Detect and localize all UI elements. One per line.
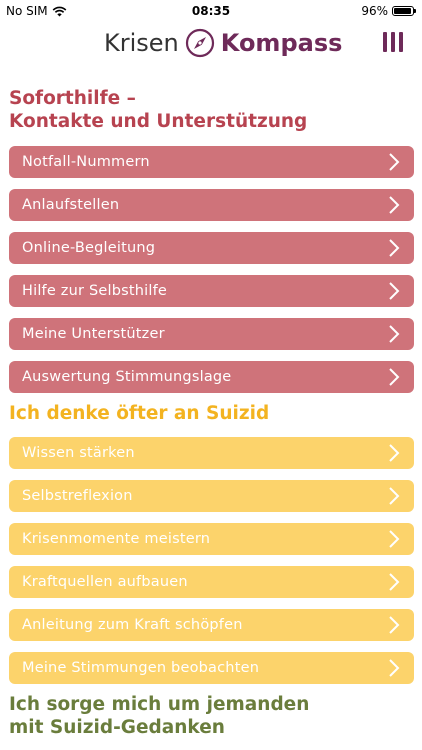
- menu-item-label: Anleitung zum Kraft schöpfen: [22, 617, 243, 633]
- menu-item-selbstreflexion[interactable]: Selbstreflexion: [9, 480, 414, 512]
- menu-item-anleitung-kraft-schoepfen[interactable]: Anleitung zum Kraft schöpfen: [9, 609, 414, 641]
- menu-item-label: Hilfe zur Selbsthilfe: [22, 283, 168, 299]
- menu-item-auswertung-stimmungslage[interactable]: Auswertung Stimmungslage: [9, 361, 414, 393]
- menu-item-label: Selbstreflexion: [22, 488, 133, 504]
- menu-item-label: Wissen stärken: [22, 445, 135, 461]
- section-title-sorge: Ich sorge mich um jemanden mit Suizid-Ge…: [9, 693, 309, 739]
- menu-item-label: Notfall-Nummern: [22, 154, 150, 170]
- chevron-right-icon: [389, 239, 400, 257]
- menu-item-label: Meine Unterstützer: [22, 326, 165, 342]
- chevron-right-icon: [389, 616, 400, 634]
- menu-item-label: Online-Begleitung: [22, 240, 156, 256]
- menu-item-krisenmomente-meistern[interactable]: Krisenmomente meistern: [9, 523, 414, 555]
- compass-icon: [185, 28, 214, 58]
- chevron-right-icon: [389, 530, 400, 548]
- section-title-line: Soforthilfe –: [9, 88, 136, 109]
- menu-item-online-begleitung[interactable]: Online-Begleitung: [9, 232, 414, 264]
- status-bar: No SIM 08:35 96%: [0, 0, 422, 22]
- logo-word-krisen: Krisen: [104, 29, 179, 57]
- menu-item-label: Auswertung Stimmungslage: [22, 369, 232, 385]
- app-logo[interactable]: Krisen Kompass: [104, 28, 342, 58]
- chevron-right-icon: [389, 325, 400, 343]
- menu-item-meine-stimmungen-beobachten[interactable]: Meine Stimmungen beobachten: [9, 652, 414, 684]
- menu-item-label: Meine Stimmungen beobachten: [22, 660, 260, 676]
- clock: 08:35: [191, 4, 231, 18]
- logo-word-kompass: Kompass: [220, 29, 343, 57]
- battery-level: [394, 8, 412, 14]
- chevron-right-icon: [389, 487, 400, 505]
- app-header: Krisen Kompass: [0, 24, 422, 64]
- menu-item-hilfe-zur-selbsthilfe[interactable]: Hilfe zur Selbsthilfe: [9, 275, 414, 307]
- chevron-right-icon: [389, 153, 400, 171]
- chevron-right-icon: [389, 196, 400, 214]
- menu-item-anlaufstellen[interactable]: Anlaufstellen: [9, 189, 414, 221]
- chevron-right-icon: [389, 282, 400, 300]
- menu-item-label: Anlaufstellen: [22, 197, 120, 213]
- status-right: 96%: [361, 4, 416, 18]
- battery-icon: [392, 6, 416, 16]
- menu-item-label: Kraftquellen aufbauen: [22, 574, 188, 590]
- menu-item-kraftquellen-aufbauen[interactable]: Kraftquellen aufbauen: [9, 566, 414, 598]
- chevron-right-icon: [389, 659, 400, 677]
- chevron-right-icon: [389, 573, 400, 591]
- battery-percent: 96%: [361, 4, 388, 18]
- menu-item-meine-unterstuetzer[interactable]: Meine Unterstützer: [9, 318, 414, 350]
- section-title-soforthilfe: Soforthilfe – Kontakte und Unterstützung: [9, 87, 307, 133]
- chevron-right-icon: [389, 444, 400, 462]
- menu-item-label: Krisenmomente meistern: [22, 531, 211, 547]
- section-title-line: mit Suizid-Gedanken: [9, 717, 225, 738]
- section-title-line: Kontakte und Unterstützung: [9, 111, 308, 132]
- menu-item-notfall-nummern[interactable]: Notfall-Nummern: [9, 146, 414, 178]
- menu-item-wissen-staerken[interactable]: Wissen stärken: [9, 437, 414, 469]
- section-title-line: Ich denke öfter an Suizid: [9, 403, 270, 424]
- chevron-right-icon: [389, 368, 400, 386]
- menu-icon[interactable]: [383, 32, 405, 54]
- section-title-line: Ich sorge mich um jemanden: [9, 694, 310, 715]
- section-title-suizid: Ich denke öfter an Suizid: [9, 402, 269, 425]
